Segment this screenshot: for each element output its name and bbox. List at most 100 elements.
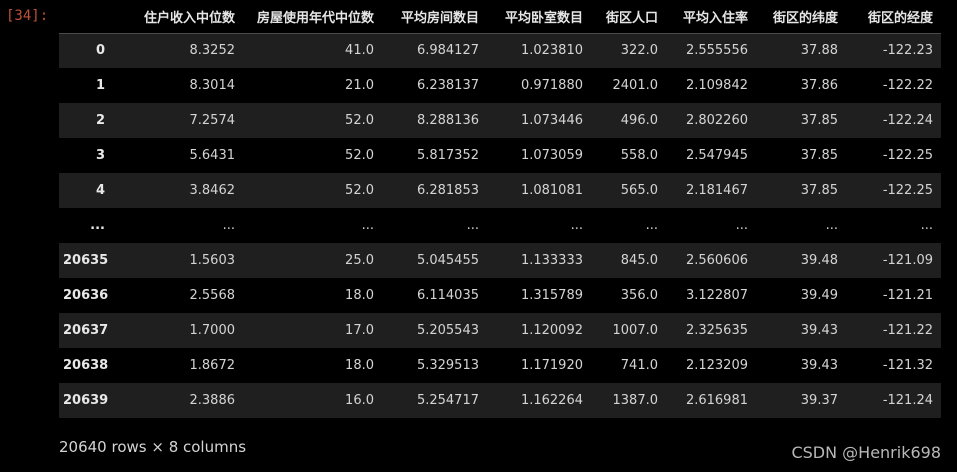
table-cell: 39.43: [800, 323, 838, 338]
table-cell: 2.5568: [189, 288, 236, 303]
table-cell: 1.133333: [520, 253, 583, 268]
table-cell: 37.86: [800, 78, 838, 93]
table-row: 20635 1.5603 25.0 5.045455 1.133333 845.0 2.56…: [59, 243, 941, 278]
table-cell: -121.09: [882, 253, 933, 268]
table-cell: 39.48: [800, 253, 838, 268]
table-row: ...........................: [59, 208, 941, 243]
table-cell: 558.0: [620, 148, 658, 163]
table-cell: 2.123209: [685, 358, 748, 373]
row-index: 20639: [63, 393, 109, 408]
table-row: 20639 2.3886 16.0 5.254717 1.162264 1387.0 2.6…: [59, 383, 941, 418]
table-cell: ...: [222, 218, 235, 233]
table-cell: 322.0: [620, 43, 658, 59]
table-cell: -122.22: [882, 78, 933, 93]
table-cell: 1.023810: [520, 43, 583, 59]
table-cell: -122.24: [882, 113, 933, 128]
table-row: 2 7.2574 52.0 8.288136 1.073446 496.0 2.802260…: [59, 103, 941, 138]
table-cell: 8.3014: [189, 78, 236, 93]
row-index: 20635: [63, 253, 109, 268]
table-cell: 2.181467: [685, 183, 748, 198]
row-index: 20638: [63, 358, 109, 373]
table-cell: 1.162264: [520, 393, 583, 408]
table-cell: 39.49: [800, 288, 838, 303]
table-row: 20638 1.8672 18.0 5.329513 1.171920 741.0 2.12…: [59, 348, 941, 383]
table-cell: 17.0: [345, 323, 374, 338]
table-cell: 16.0: [345, 393, 374, 408]
column-header: 平均房间数目: [382, 0, 487, 34]
column-header: 平均卧室数目: [487, 0, 591, 34]
table-cell: 1.8672: [189, 358, 236, 373]
table-cell: ...: [920, 218, 933, 233]
table-cell: 1.120092: [520, 323, 583, 338]
table-cell: 5.045455: [416, 253, 479, 268]
execution-count-prompt: [34]:: [6, 8, 49, 24]
table-cell: 25.0: [345, 253, 374, 268]
table-row: 1 8.3014 21.0 6.238137 0.971880 2401.0 2.10984…: [59, 68, 941, 103]
table-cell: 2401.0: [612, 78, 659, 93]
table-row: 0 8.3252 41.0 6.984127 1.023810 322.0 2.555556…: [59, 33, 941, 68]
table-cell: 1007.0: [612, 323, 659, 338]
table-cell: 37.88: [800, 43, 838, 59]
table-cell: 7.2574: [189, 113, 236, 128]
watermark: CSDN @Henrik698: [791, 443, 941, 462]
table-cell: 37.85: [800, 148, 838, 163]
table-cell: 39.43: [800, 358, 838, 373]
table-cell: 5.205543: [416, 323, 479, 338]
table-cell: -121.22: [882, 323, 933, 338]
table-cell: 741.0: [620, 358, 658, 373]
table-cell: ...: [466, 218, 479, 233]
table-cell: 0.971880: [520, 78, 583, 93]
header-row: 住户收入中位数 房屋使用年代中位数 平均房间数目 平均卧室数目 街区人口 平均入…: [59, 0, 941, 34]
table-cell: 3.122807: [685, 288, 748, 303]
table-cell: 2.555556: [685, 43, 748, 59]
table-cell: 1.315789: [520, 288, 583, 303]
table-row: 20637 1.7000 17.0 5.205543 1.120092 1007.0 2.3…: [59, 313, 941, 348]
row-index: 2: [95, 113, 105, 128]
table-row: 3 5.6431 52.0 5.817352 1.073059 558.0 2.547945…: [59, 138, 941, 173]
table-cell: 2.3886: [189, 393, 236, 408]
column-header: 住户收入中位数: [113, 0, 243, 34]
table-cell: ...: [645, 218, 658, 233]
table-cell: 37.85: [800, 113, 838, 128]
table-cell: 1387.0: [612, 393, 659, 408]
table-cell: 1.171920: [520, 358, 583, 373]
table-cell: -122.25: [882, 148, 933, 163]
table-cell: -121.21: [882, 288, 933, 303]
row-index: ...: [90, 218, 105, 233]
table-cell: 2.109842: [685, 78, 748, 93]
table-cell: 18.0: [345, 288, 374, 303]
table-cell: -121.24: [882, 393, 933, 408]
table-cell: 37.85: [800, 183, 838, 198]
table-cell: 5.254717: [416, 393, 479, 408]
table-row: 4 3.8462 52.0 6.281853 1.081081 565.0 2.181467…: [59, 173, 941, 208]
table-cell: 2.616981: [685, 393, 748, 408]
notebook-output-cell: [34]: 住户收入中位数 房屋使用年代中位数 平均房间数目 平均卧室数目 街区…: [0, 0, 957, 472]
table-cell: ...: [735, 218, 748, 233]
table-cell: 565.0: [620, 183, 658, 198]
table-cell: 52.0: [345, 148, 374, 163]
row-index: 20636: [63, 288, 109, 303]
table-cell: 1.7000: [189, 323, 236, 338]
dataframe-body: 0 8.3252 41.0 6.984127 1.023810 322.0 2.555556…: [59, 33, 941, 418]
table-cell: 496.0: [620, 113, 658, 128]
row-index: 1: [95, 78, 105, 93]
dataframe-table: 住户收入中位数 房屋使用年代中位数 平均房间数目 平均卧室数目 街区人口 平均入…: [59, 0, 941, 418]
table-cell: -122.23: [882, 43, 933, 59]
table-cell: 6.984127: [416, 43, 479, 59]
table-cell: 18.0: [345, 358, 374, 373]
dataframe-shape-text: 20640 rows × 8 columns: [59, 438, 247, 456]
table-cell: 39.37: [800, 393, 838, 408]
table-cell: 8.288136: [416, 113, 479, 128]
row-index: 4: [95, 183, 105, 198]
table-cell: ...: [570, 218, 583, 233]
table-cell: -121.32: [882, 358, 933, 373]
table-cell: 5.329513: [416, 358, 479, 373]
table-cell: 1.073446: [520, 113, 583, 128]
table-cell: 2.325635: [685, 323, 748, 338]
table-cell: 52.0: [345, 113, 374, 128]
table-cell: 1.073059: [520, 148, 583, 163]
table-cell: 2.560606: [685, 253, 748, 268]
column-header: 街区的纬度: [756, 0, 846, 34]
row-index: 0: [95, 43, 105, 59]
table-cell: 5.817352: [416, 148, 479, 163]
